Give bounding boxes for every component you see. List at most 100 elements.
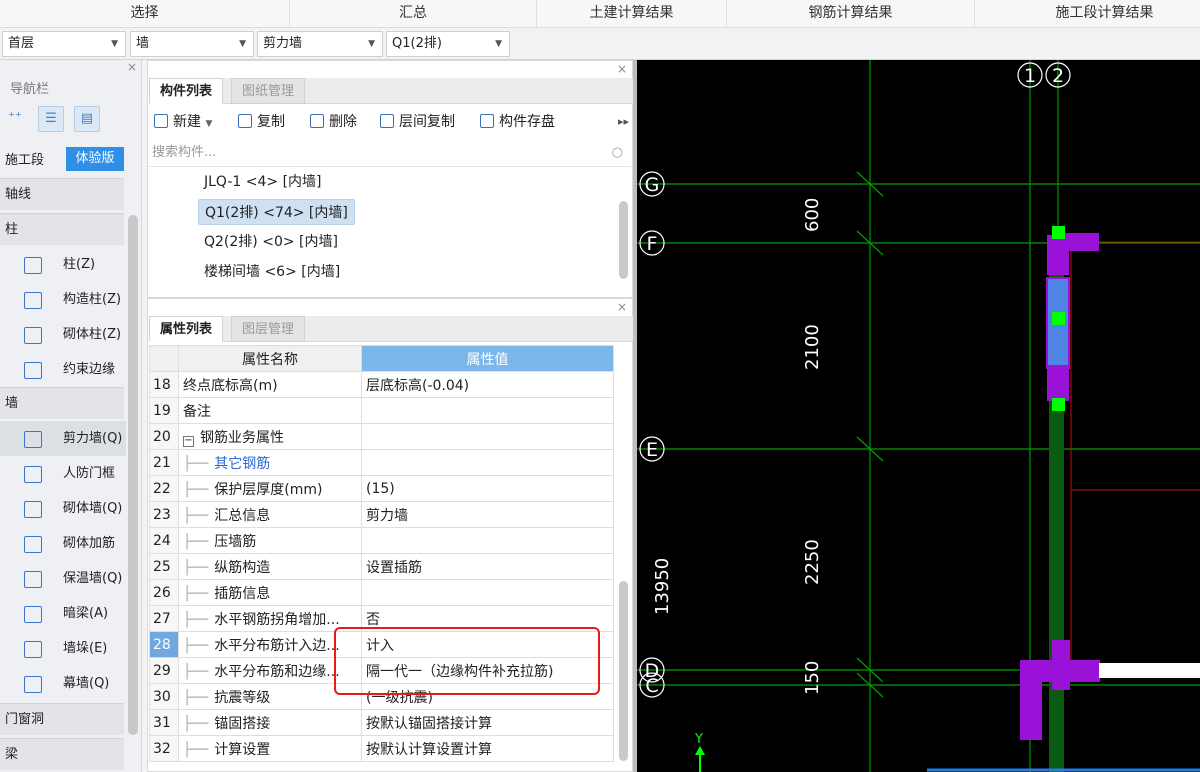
collapse-icon[interactable]: − (183, 435, 194, 447)
nav-item-civil-door[interactable]: 人防门框 (0, 456, 126, 491)
property-name-group[interactable]: − 钢筋业务属性 (178, 423, 362, 450)
close-icon[interactable]: × (617, 62, 627, 76)
chevron-down-icon[interactable]: ▼ (205, 119, 212, 129)
cad-canvas[interactable]: G F E D C 1 2 600 2100 2250 150 13950 Y (637, 60, 1200, 772)
trial-badge[interactable]: 体验版 (66, 147, 124, 171)
wall-segment-purple[interactable] (1047, 365, 1069, 401)
property-value[interactable]: 按默认锚固搭接计算 (361, 709, 614, 736)
component-item[interactable]: Q2(2排) <0> [内墙] (198, 229, 344, 255)
grip-node[interactable] (1052, 226, 1065, 239)
grip-node[interactable] (1052, 398, 1065, 411)
row-number: 32 (149, 735, 179, 762)
table-row[interactable]: 19 备注 (149, 397, 614, 424)
property-value[interactable] (361, 449, 614, 476)
property-value[interactable]: 否 (361, 605, 614, 632)
group-wall[interactable]: 墙 (0, 387, 124, 419)
property-scrollbar[interactable] (619, 581, 628, 761)
nav-item-masonry-column[interactable]: 砌体柱(Z) (0, 317, 126, 352)
copy-button[interactable]: 复制 (238, 111, 285, 133)
table-row[interactable]: 20− 钢筋业务属性 (149, 423, 614, 450)
component-item[interactable]: JLQ-1 <4> [内墙] (198, 169, 328, 195)
component-dropdown[interactable]: Q1(2排) ▼ (386, 31, 510, 57)
property-value[interactable]: 隔一代一（边缘构件补充拉筋) (361, 657, 614, 684)
nav-scrollbar[interactable] (128, 215, 138, 735)
table-row[interactable]: 29 ├── 水平分布筋和边缘... 隔一代一（边缘构件补充拉筋) (149, 657, 614, 684)
property-value-editor[interactable]: 计入 (361, 631, 614, 658)
component-scrollbar[interactable] (619, 201, 628, 279)
property-value[interactable] (361, 579, 614, 606)
property-value[interactable]: 剪力墙 (361, 501, 614, 528)
nav-item-wall-pier[interactable]: 墙垛(E) (0, 631, 126, 666)
nav-item-edge-member[interactable]: 约束边缘 (0, 352, 126, 387)
component-item[interactable]: 楼梯间墙 <6> [内墙] (198, 259, 346, 285)
property-value[interactable]: 层底标高(-0.04) (361, 371, 614, 398)
segment-label[interactable]: 施工段 (5, 149, 44, 168)
tab-component-list[interactable]: 构件列表 (149, 78, 224, 104)
table-row[interactable]: 22 ├── 保护层厚度(mm) (15) (149, 475, 614, 502)
ribbon-tab-segment-results[interactable]: 施工段计算结果 (975, 0, 1200, 28)
detail-view-icon[interactable]: ▤ (74, 106, 100, 132)
nav-item-masonry-wall[interactable]: 砌体墙(Q) (0, 491, 126, 526)
property-value[interactable]: (15) (361, 475, 614, 502)
group-door-window[interactable]: 门窗洞 (0, 703, 124, 735)
search-icon[interactable]: ○ (612, 141, 623, 165)
category-dropdown[interactable]: 墙 ▼ (130, 31, 254, 57)
nav-item-insulation-wall[interactable]: 保温墙(Q) (0, 561, 126, 596)
component-item-selected[interactable]: Q1(2排) <74> [内墙] (198, 199, 355, 225)
nav-item-column[interactable]: 柱(Z) (0, 247, 126, 282)
ribbon-tab-summary[interactable]: 汇总 (290, 0, 537, 28)
table-row-selected[interactable]: 28 ├── 水平分布筋计入边... 计入 (149, 631, 614, 658)
group-axis[interactable]: 轴线 (0, 178, 124, 210)
ribbon-tab-select[interactable]: 选择 (0, 0, 290, 28)
table-row[interactable]: 30 ├── 抗震等级 (一级抗震) (149, 683, 614, 710)
property-value[interactable] (361, 527, 614, 554)
masonry-wall-icon (24, 501, 42, 518)
floor-dropdown[interactable]: 首层 ▼ (2, 31, 126, 57)
close-icon[interactable]: × (617, 300, 627, 314)
table-row[interactable]: 18 终点底标高(m) 层底标高(-0.04) (149, 371, 614, 398)
tab-property-list[interactable]: 属性列表 (149, 316, 224, 342)
property-value[interactable] (361, 397, 614, 424)
list-view-icon[interactable]: ☰ (38, 106, 64, 132)
table-row[interactable]: 27 ├── 水平钢筋拐角增加... 否 (149, 605, 614, 632)
table-row[interactable]: 31 ├── 锚固搭接 按默认锚固搭接计算 (149, 709, 614, 736)
property-value[interactable] (361, 423, 614, 450)
copy-icon (238, 114, 252, 128)
wall-segment-white[interactable] (1099, 663, 1200, 678)
table-row[interactable]: 24 ├── 压墙筋 (149, 527, 614, 554)
component-search[interactable]: 搜索构件... ○ (149, 141, 631, 167)
grip-node[interactable] (1052, 312, 1065, 325)
wall-segment-purple[interactable] (1020, 660, 1042, 740)
nav-item-hidden-beam[interactable]: 暗梁(A) (0, 596, 126, 631)
table-row[interactable]: 21 ├── 其它钢筋 (149, 449, 614, 476)
save-component-button[interactable]: 构件存盘 (480, 111, 555, 133)
more-icon[interactable]: ▸▸ (618, 111, 629, 133)
nav-item-curtain-wall[interactable]: 幕墙(Q) (0, 666, 126, 701)
property-value[interactable]: 按默认计算设置计算 (361, 735, 614, 762)
tab-drawing-manage[interactable]: 图纸管理 (231, 78, 306, 104)
property-value[interactable]: (一级抗震) (361, 683, 614, 710)
floor-copy-button[interactable]: 层间复制 (380, 111, 455, 133)
close-icon[interactable]: × (127, 60, 137, 74)
property-value[interactable]: 设置插筋 (361, 553, 614, 580)
nav-item-shear-wall[interactable]: 剪力墙(Q) (0, 421, 126, 456)
property-name[interactable]: 其它钢筋 (214, 456, 270, 472)
group-column[interactable]: 柱 (0, 213, 124, 245)
table-row[interactable]: 25 ├── 纵筋构造 设置插筋 (149, 553, 614, 580)
nav-item-masonry-rebar[interactable]: 砌体加筋 (0, 526, 126, 561)
sparkle-icon[interactable]: ⁺⁺ (8, 110, 22, 125)
new-button[interactable]: 新建 ▼ (154, 111, 212, 133)
table-row[interactable]: 23 ├── 汇总信息 剪力墙 (149, 501, 614, 528)
cad-drawing[interactable]: G F E D C 1 2 600 2100 2250 150 13950 Y (637, 60, 1200, 772)
type-dropdown[interactable]: 剪力墙 ▼ (257, 31, 383, 57)
ribbon-tab-civil-results[interactable]: 土建计算结果 (537, 0, 727, 28)
tab-layer-manage[interactable]: 图层管理 (231, 316, 306, 342)
nav-item-construct-column[interactable]: 构造柱(Z) (0, 282, 126, 317)
group-beam[interactable]: 梁 (0, 738, 124, 770)
table-row[interactable]: 26 ├── 插筋信息 (149, 579, 614, 606)
wall-segment-purple[interactable] (1061, 233, 1099, 251)
search-input[interactable]: 搜索构件... (152, 145, 216, 160)
delete-button[interactable]: 删除 (310, 111, 357, 133)
table-row[interactable]: 32 ├── 计算设置 按默认计算设置计算 (149, 735, 614, 762)
ribbon-tab-rebar-results[interactable]: 钢筋计算结果 (727, 0, 975, 28)
